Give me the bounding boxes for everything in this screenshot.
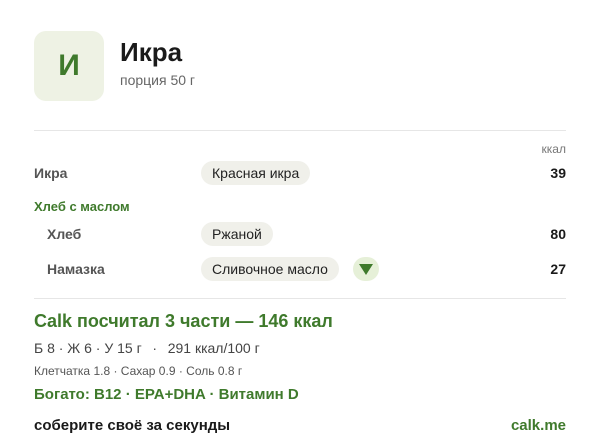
component-kcal: 39 <box>550 165 566 181</box>
variant-chip-bread[interactable]: Ржаной <box>201 222 273 246</box>
dish-header: И Икра порция 50 г <box>34 31 195 101</box>
expand-options-button[interactable] <box>353 257 379 281</box>
footer-link[interactable]: calk.me <box>511 417 566 434</box>
dish-title: Икра <box>120 37 183 67</box>
title-block: Икра порция 50 г <box>120 31 195 88</box>
component-row-bread: Хлеб Ржаной 80 <box>34 222 566 246</box>
variant-chip-spread[interactable]: Сливочное масло <box>201 257 339 281</box>
macros-line: Б 8 · Ж 6 · У 15 г · 291 ккал/100 г <box>34 340 260 356</box>
component-label: Икра <box>34 165 68 181</box>
dish-avatar: И <box>34 31 104 101</box>
component-label: Хлеб <box>47 226 82 242</box>
footer-tagline: соберите своё за секунды <box>34 417 231 434</box>
component-label: Намазка <box>47 261 105 277</box>
divider-bottom <box>34 298 566 299</box>
macros-value: Б 8 · Ж 6 · У 15 г <box>34 340 142 356</box>
summary-headline: Calk посчитал 3 части — 146 ккал <box>34 311 333 331</box>
component-row-spread: Намазка Сливочное масло 27 <box>34 257 566 281</box>
variant-chip-ikra[interactable]: Красная икра <box>201 161 311 185</box>
component-kcal: 80 <box>550 226 566 242</box>
kcal-column-header: ккал <box>541 142 566 156</box>
triangle-down-icon <box>359 263 373 275</box>
energy-density: 291 ккал/100 г <box>167 340 260 356</box>
component-kcal: 27 <box>550 261 566 277</box>
micronutrients-line: Клетчатка 1.8 · Сахар 0.9 · Соль 0.8 г <box>34 364 243 378</box>
group-label: Хлеб с маслом <box>34 199 130 214</box>
rich-in-line: Богато: B12 · EPA+DHA · Витамин D <box>34 386 299 403</box>
portion-size: порция 50 г <box>120 72 196 88</box>
macros-separator: · <box>152 340 158 356</box>
divider-top <box>34 130 566 131</box>
component-row-ikra: Икра Красная икра 39 <box>34 161 566 185</box>
